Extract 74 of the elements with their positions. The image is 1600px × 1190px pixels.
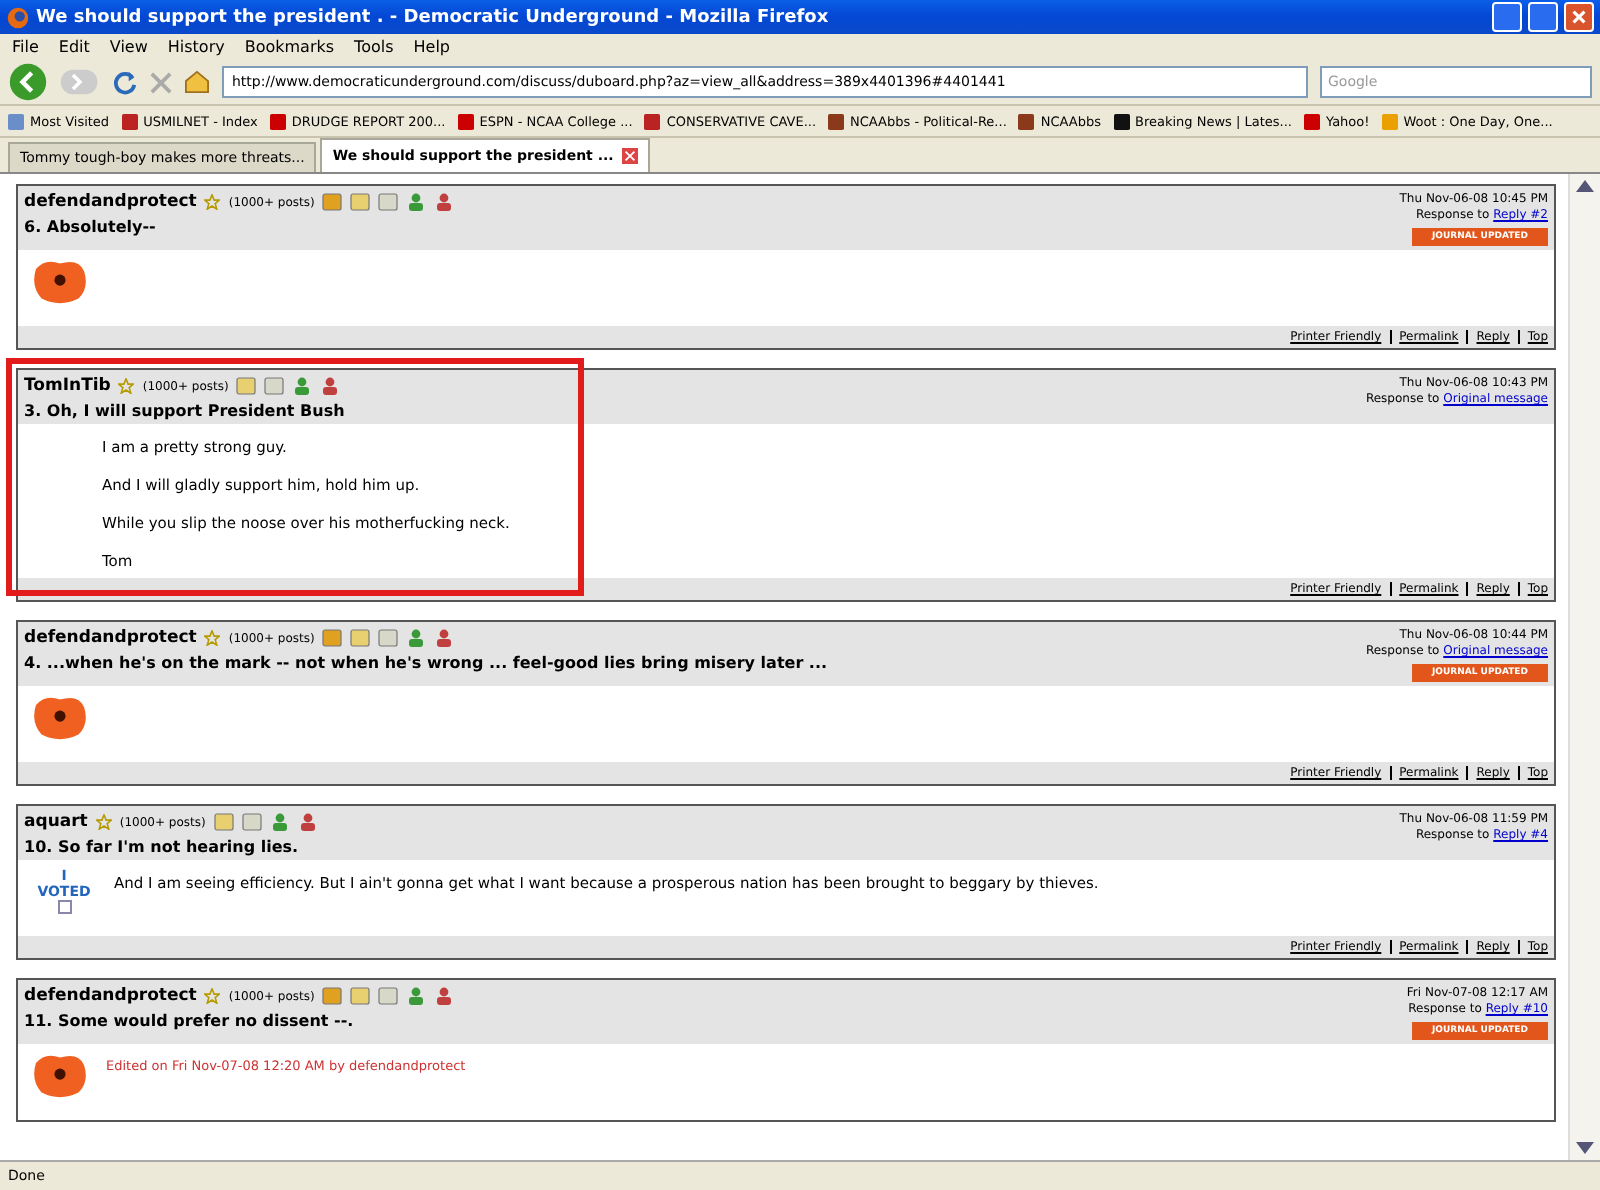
post-title: 11. Some would prefer no dissent --. (24, 1012, 356, 1030)
window-title: We should support the president . - Democratic Underground - Mozilla Firefox (36, 7, 831, 27)
person-plus-icon[interactable] (269, 812, 290, 832)
profile-card-icon[interactable] (378, 628, 399, 648)
bookmark-icon (457, 113, 474, 129)
menu-item[interactable]: Bookmarks (244, 38, 335, 56)
bookmark-icon (1381, 113, 1398, 129)
envelope-icon[interactable] (350, 628, 371, 648)
scroll-down-icon[interactable] (1576, 1142, 1594, 1154)
person-minus-icon[interactable] (434, 628, 455, 648)
person-plus-icon[interactable] (292, 376, 313, 396)
star-icon (204, 988, 221, 1004)
reload-icon[interactable] (112, 69, 138, 95)
envelope-icon[interactable] (350, 986, 371, 1006)
envelope-icon[interactable] (213, 812, 234, 832)
menu-item[interactable]: File (12, 38, 39, 56)
scroll-up-icon[interactable] (1576, 180, 1594, 192)
menu-item[interactable]: Help (413, 38, 451, 56)
post-title: 6. Absolutely-- (24, 218, 158, 236)
person-plus-icon[interactable] (406, 628, 427, 648)
checkbox-icon (57, 900, 71, 914)
person-plus-icon[interactable] (406, 192, 427, 212)
back-button[interactable] (8, 62, 48, 102)
person-plus-icon[interactable] (406, 986, 427, 1006)
bookmark-icon (8, 113, 24, 129)
journal-icon[interactable] (322, 192, 343, 212)
poppy-avatar-icon (30, 694, 90, 742)
author-name[interactable]: defendandprotect (24, 986, 197, 1006)
scrollbar[interactable] (1568, 174, 1600, 1160)
profile-card-icon[interactable] (241, 812, 262, 832)
bookmark-icon (1113, 113, 1130, 129)
bookmark-icon (121, 113, 138, 129)
menu-item[interactable]: Edit (58, 38, 90, 56)
envelope-icon[interactable] (236, 376, 257, 396)
post-title: 4. ...when he's on the mark -- not when he's wrong ... feel-good lies bring misery later ... (24, 654, 828, 672)
close-icon[interactable] (621, 148, 638, 164)
person-minus-icon[interactable] (434, 986, 455, 1006)
bookmark-icon (269, 113, 286, 129)
person-minus-icon[interactable] (297, 812, 318, 832)
journal-icon[interactable] (322, 628, 343, 648)
star-icon (118, 378, 135, 394)
author-name[interactable]: aquart (24, 812, 88, 832)
author-name[interactable]: defendandprotect (24, 628, 197, 648)
person-minus-icon[interactable] (320, 376, 341, 396)
author-name[interactable]: TomInTib (24, 376, 111, 396)
close-icon (1572, 10, 1586, 24)
forward-button[interactable] (60, 68, 100, 96)
firefox-icon (6, 5, 30, 29)
profile-card-icon[interactable] (378, 192, 399, 212)
bookmark-icon (644, 113, 661, 129)
home-icon[interactable] (184, 70, 210, 94)
close-button[interactable] (1564, 2, 1594, 32)
bookmark-icon (828, 113, 845, 129)
minimize-button[interactable] (1492, 2, 1522, 32)
envelope-icon[interactable] (350, 192, 371, 212)
bookmark-icon (1018, 113, 1035, 129)
bookmark-icon (1304, 113, 1320, 129)
menu-item[interactable]: View (109, 38, 148, 56)
author-name[interactable]: defendandprotect (24, 192, 197, 212)
star-icon (95, 814, 112, 830)
star-icon (204, 194, 221, 210)
profile-card-icon[interactable] (378, 986, 399, 1006)
poppy-avatar-icon (30, 258, 90, 306)
post-title: 3. Oh, I will support President Bush (24, 402, 345, 420)
profile-card-icon[interactable] (264, 376, 285, 396)
maximize-button[interactable] (1528, 2, 1558, 32)
journal-icon[interactable] (322, 986, 343, 1006)
menu-item[interactable]: History (167, 38, 225, 56)
stop-icon[interactable] (150, 71, 172, 93)
post-title: 10. So far I'm not hearing lies. (24, 838, 301, 856)
person-minus-icon[interactable] (434, 192, 455, 212)
poppy-avatar-icon (30, 1052, 90, 1100)
star-icon (204, 630, 221, 646)
menu-item[interactable]: Tools (354, 38, 394, 56)
